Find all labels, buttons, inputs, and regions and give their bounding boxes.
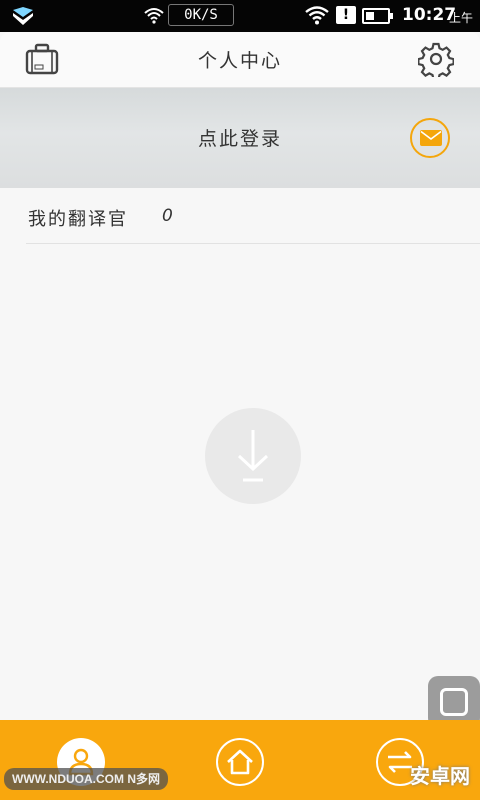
login-label: 点此登录 <box>197 128 282 150</box>
my-translator-row[interactable]: 我的翻译官 0 <box>26 188 480 244</box>
battery-icon <box>362 8 393 24</box>
clock-ampm: 上午 <box>449 11 474 25</box>
wifi-icon <box>305 6 329 25</box>
my-translator-count: 0 <box>162 206 173 226</box>
page-title: 个人中心 <box>197 50 282 72</box>
watermark-anzhuowang: 安卓网 <box>410 766 470 788</box>
shield-notification-icon <box>13 7 33 25</box>
my-translator-label: 我的翻译官 <box>28 209 128 230</box>
login-banner[interactable]: 点此登录 <box>0 88 480 188</box>
square-icon <box>440 688 468 716</box>
settings-button[interactable] <box>417 41 455 81</box>
network-speed: 0K/S <box>168 4 234 26</box>
gear-icon <box>417 42 455 81</box>
messages-button[interactable] <box>410 118 450 158</box>
home-icon <box>227 749 253 775</box>
mail-icon <box>420 130 442 146</box>
clock-time: 10:27 <box>402 5 457 25</box>
watermark-nduoa: WWW.NDUOA.COM N多网 <box>4 768 168 790</box>
alert-icon: ! <box>336 6 356 24</box>
download-icon <box>237 430 269 482</box>
app-header: 个人中心 <box>0 32 480 88</box>
status-bar: 0K/S ! 10:27 上午 <box>0 0 480 32</box>
empty-state-download <box>205 408 301 504</box>
nav-home-button[interactable] <box>216 738 264 786</box>
wifi-small-icon <box>144 8 164 24</box>
